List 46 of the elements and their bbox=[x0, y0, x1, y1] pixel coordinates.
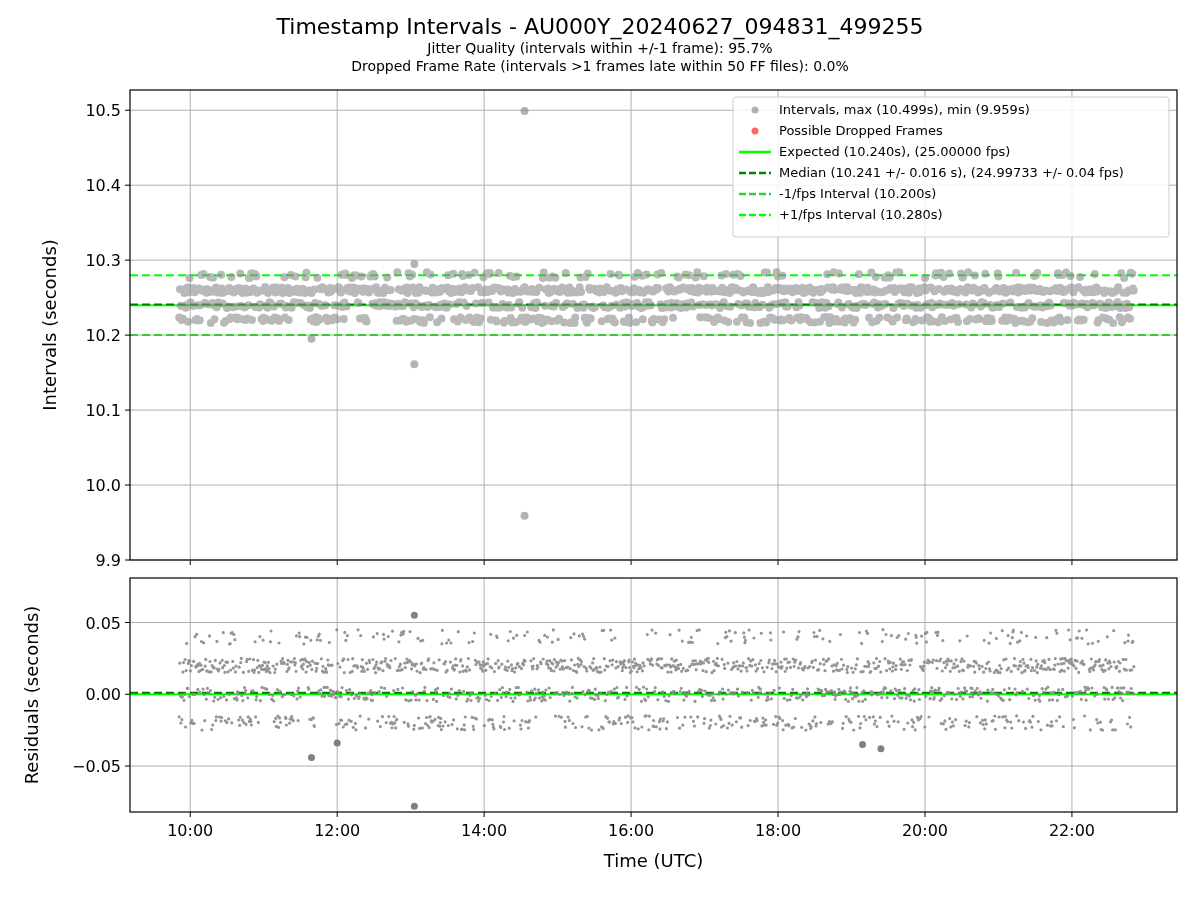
tick-label: 10.2 bbox=[85, 326, 121, 346]
tick-label: 12:00 bbox=[314, 821, 361, 840]
tick-label: 10.4 bbox=[85, 176, 121, 196]
legend-label: +1/fps Interval (10.280s) bbox=[779, 207, 943, 222]
tick-label: 0.00 bbox=[85, 685, 121, 705]
data-point bbox=[410, 360, 419, 369]
legend-label: Expected (10.240s), (25.00000 fps) bbox=[779, 144, 1011, 159]
data-point bbox=[308, 753, 315, 761]
chart-subtitle: Jitter Quality (intervals within +/-1 frame): 95.7% bbox=[427, 40, 773, 57]
data-point bbox=[520, 511, 529, 520]
legend-line-icon bbox=[739, 150, 771, 154]
tick-label: 10:00 bbox=[167, 821, 214, 840]
data-point bbox=[333, 739, 341, 747]
data-point bbox=[410, 611, 418, 619]
axis-label: Intervals (seconds) bbox=[39, 239, 60, 411]
axis-label: Time (UTC) bbox=[603, 850, 704, 871]
data-point bbox=[410, 259, 419, 268]
legend-line-icon bbox=[739, 213, 771, 217]
tick-label: 18:00 bbox=[755, 821, 802, 840]
tick-label: 10.3 bbox=[85, 251, 121, 271]
legend-line-icon bbox=[739, 192, 771, 196]
tick-label: 10.0 bbox=[85, 476, 121, 496]
data-point bbox=[877, 745, 885, 753]
tick-label: 20:00 bbox=[901, 821, 949, 840]
tick-label: −0.05 bbox=[71, 757, 121, 777]
axis-label: Residuals (seconds) bbox=[21, 605, 42, 785]
legend-marker-icon bbox=[751, 106, 759, 114]
tick-label: 14:00 bbox=[461, 821, 508, 840]
legend-label: Possible Dropped Frames bbox=[779, 123, 943, 138]
legend-label: -1/fps Interval (10.200s) bbox=[779, 186, 937, 201]
tick-label: 10.1 bbox=[85, 401, 121, 421]
data-point bbox=[520, 107, 529, 115]
tick-label: 9.9 bbox=[95, 551, 121, 568]
legend-label: Median (10.241 +/- 0.016 s), (24.99733 +/- 0.04 fps) bbox=[779, 165, 1124, 180]
tick-label: 0.05 bbox=[85, 613, 121, 633]
data-point bbox=[307, 334, 316, 343]
chart-title: Timestamp Intervals - AU000Y_20240627_094831_499255 bbox=[276, 14, 924, 39]
tick-label: 16:00 bbox=[608, 821, 655, 840]
tick-label: 10.5 bbox=[85, 101, 121, 121]
chart-subtitle: Dropped Frame Rate (intervals >1 frames late within 50 FF files): 0.0% bbox=[351, 57, 849, 75]
legend-line-icon bbox=[739, 171, 771, 175]
tick-label: 22:00 bbox=[1048, 821, 1095, 840]
legend-marker-icon bbox=[751, 127, 759, 135]
legend-label: Intervals, max (10.499s), min (9.959s) bbox=[779, 102, 1030, 117]
data-point bbox=[410, 802, 418, 810]
data-point bbox=[859, 741, 867, 749]
